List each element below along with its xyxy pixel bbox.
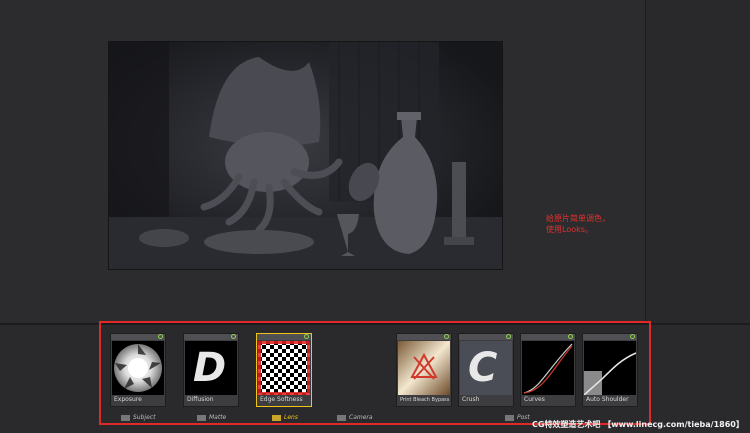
right-side-panel [645, 0, 750, 323]
lens-icon [272, 414, 281, 421]
highlight-frame [99, 321, 651, 425]
watermark-text: CG特效塑造艺术吧 【www.linecg.com/tieba/1860】 [532, 420, 744, 429]
camera-icon [337, 414, 346, 421]
annotation-note: 给原片简单调色， 使用Looks。 [546, 214, 610, 234]
section-post[interactable]: Post [505, 414, 530, 424]
viewer-area: 给原片简单调色， 使用Looks。 [0, 0, 645, 323]
render-preview [108, 41, 503, 270]
section-matte[interactable]: Matte [197, 414, 226, 424]
section-lens[interactable]: Lens [272, 414, 298, 424]
matte-icon [197, 414, 206, 421]
section-subject[interactable]: Subject [121, 414, 155, 424]
subject-icon [121, 414, 130, 421]
post-icon [505, 414, 514, 421]
section-camera[interactable]: Camera [337, 414, 373, 424]
pirate-scene-image [109, 42, 502, 269]
